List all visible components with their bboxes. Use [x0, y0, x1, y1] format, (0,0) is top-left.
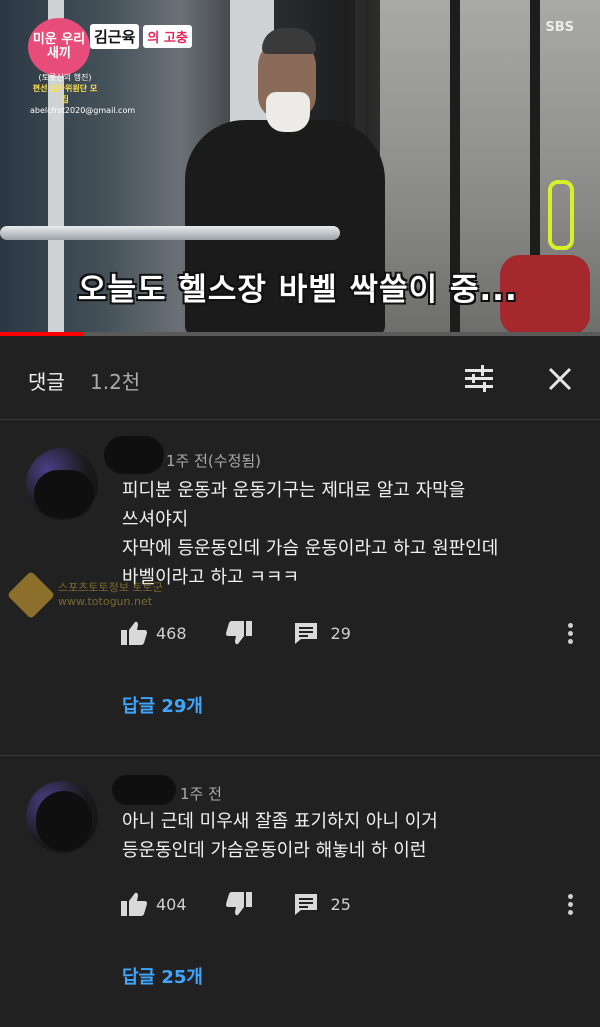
show-caption-tag: 의 고충 [143, 25, 192, 48]
show-caption: 김근육 의 고충 [90, 24, 192, 49]
watermark-icon [6, 570, 56, 620]
reply-button[interactable]: 25 [293, 892, 351, 916]
recruit-line-3: abelcfrst2020@gmail.com [30, 106, 136, 115]
reply-count: 29 [330, 623, 351, 643]
show-logo-text: 미운 우리새끼 [32, 32, 86, 61]
recruit-line-2: 편선 심사위원단 모집 [32, 84, 98, 104]
recruit-notice: (토롯신의 행진) 편선 심사위원단 모집 abelcfrst2020@gmai… [30, 72, 136, 116]
thumbs-up-icon [121, 621, 147, 645]
show-caption-name: 김근육 [90, 24, 140, 49]
comment-time: 1주 전(수정됨) [166, 452, 262, 470]
barbell [0, 226, 340, 240]
reply-count: 25 [330, 894, 351, 914]
redacted-avatar [34, 470, 94, 518]
video-subtitle: 오늘도 헬스장 바벨 싹쓸이 중... [78, 272, 518, 308]
comment-icon [294, 894, 317, 915]
comment-line: 피디분 운동과 운동기구는 제대로 알고 자막을 [122, 480, 466, 501]
watermark-line-2: www.totogun.net [58, 595, 153, 608]
watermark: 스포츠토토정보 토토군 www.totogun.net [6, 570, 163, 620]
close-icon[interactable] [545, 364, 575, 394]
comments-title: 댓글 [28, 370, 65, 394]
redacted-avatar [36, 791, 92, 851]
comment-line: 등운동인데 가슴운동이라 해놓네 하 이런 [122, 840, 427, 861]
view-replies-link[interactable]: 답글 29개 [122, 692, 203, 718]
cap [262, 28, 316, 54]
redacted-username [104, 436, 164, 474]
view-replies-link[interactable]: 답글 25개 [122, 963, 203, 989]
thumbs-down-icon [225, 892, 252, 916]
comment-line: 아니 근데 미우새 잘좀 표기하지 아니 이거 [122, 811, 438, 832]
comment-line: 자막에 등운동인데 가슴 운동이라고 하고 원판인데 [122, 538, 499, 559]
comment-line: 바벨이라고 하고 ㅋㅋㅋ [122, 567, 300, 588]
resistance-band [548, 180, 574, 250]
show-logo: 미운 우리새끼 [28, 18, 90, 76]
watermark-line-1: 스포츠토토정보 토토군 [58, 581, 163, 594]
more-options-icon[interactable] [568, 620, 574, 647]
like-count: 404 [156, 894, 187, 914]
comment-actions: 404 25 [120, 891, 351, 917]
more-options-icon[interactable] [568, 891, 574, 918]
video-player[interactable]: 미운 우리새끼 김근육 의 고충 (토롯신의 행진) 편선 심사위원단 모집 a… [0, 0, 600, 336]
like-button[interactable]: 468 [120, 620, 187, 646]
comment-icon [294, 623, 317, 644]
comment-text: 피디분 운동과 운동기구는 제대로 알고 자막을 쓰셔야지 자막에 등운동인데 … [122, 476, 498, 592]
reply-button[interactable]: 29 [293, 621, 351, 645]
comment-time: 1주 전 [180, 785, 222, 803]
comment-actions: 468 29 [120, 620, 351, 646]
thumbs-up-icon [121, 892, 147, 916]
recruit-line-1: (토롯신의 행진) [38, 73, 92, 82]
like-button[interactable]: 404 [120, 891, 187, 917]
like-count: 468 [156, 623, 187, 643]
sort-filter-icon[interactable] [463, 364, 495, 394]
dislike-button[interactable] [225, 891, 253, 917]
comments-header: 댓글 1.2천 [0, 336, 600, 420]
dislike-button[interactable] [225, 620, 253, 646]
comments-count: 1.2천 [90, 370, 141, 394]
face-mask [266, 92, 310, 132]
thumbs-down-icon [225, 621, 252, 645]
channel-logo: SBS [545, 20, 574, 35]
comment-text: 아니 근데 미우새 잘좀 표기하지 아니 이거 등운동인데 가슴운동이라 해놓네… [122, 807, 438, 865]
comment-item: 1주 전 아니 근데 미우새 잘좀 표기하지 아니 이거 등운동인데 가슴운동이… [0, 757, 600, 1027]
comment-line: 쓰셔야지 [122, 509, 189, 530]
redacted-username [112, 775, 176, 805]
